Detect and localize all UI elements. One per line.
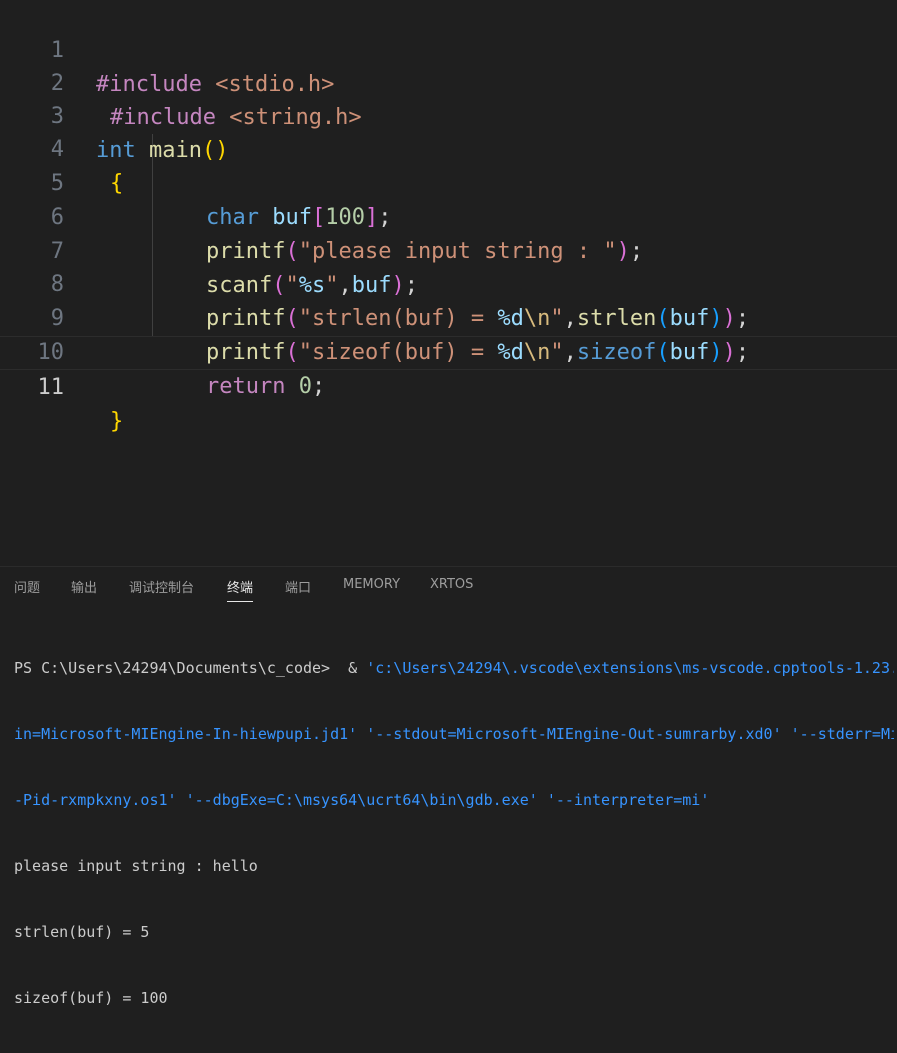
- code-line-2[interactable]: 2 #include <string.h>: [0, 33, 897, 130]
- token: ;: [311, 374, 326, 399]
- code-line-1[interactable]: 1 #include <stdio.h>: [0, 0, 897, 97]
- token: 0: [298, 374, 312, 399]
- tab-terminal[interactable]: 终端: [227, 577, 254, 602]
- terminal-line: please input string : hello: [14, 857, 258, 875]
- code-editor[interactable]: 1 #include <stdio.h> 2 #include <string.…: [0, 0, 897, 566]
- terminal-line: strlen(buf) = 5: [14, 923, 150, 941]
- terminal-command: 'c:\Users\24294\.vscode\extensions\ms-vs…: [366, 659, 894, 677]
- terminal-line: in=Microsoft-MIEngine-In-hiewpupi.jd1' '…: [14, 725, 894, 743]
- code-line-6[interactable]: 6 printf("please input string : ");: [0, 167, 897, 264]
- tab-output[interactable]: 输出: [71, 577, 97, 596]
- tab-memory[interactable]: MEMORY: [343, 577, 400, 592]
- code-line-3[interactable]: 3 int main(): [0, 66, 897, 163]
- terminal-prompt: PS C:\Users\24294\Documents\c_code> &: [14, 659, 367, 677]
- terminal-line: PS C:\Users\24294\Documents\c_code> & 'c…: [14, 657, 894, 679]
- terminal-line: sizeof(buf) = 100: [14, 989, 168, 1007]
- code-line-8[interactable]: 8 printf("strlen(buf) = %d\n",strlen(buf…: [0, 234, 897, 331]
- code-line-11[interactable]: 11 }: [0, 336, 897, 434]
- panel-tabs: 问题 输出 调试控制台 终端 端口 MEMORY XRTOS: [0, 567, 897, 605]
- code-line-4[interactable]: 4 {: [0, 99, 897, 196]
- terminal-output[interactable]: PS C:\Users\24294\Documents\c_code> & 'c…: [14, 613, 894, 1053]
- line-number: 11: [37, 375, 65, 400]
- tab-ports[interactable]: 端口: [285, 577, 311, 596]
- code-line-5[interactable]: 5 char buf[100];: [0, 133, 897, 230]
- token: return: [206, 374, 286, 399]
- bottom-panel: 问题 输出 调试控制台 终端 端口 MEMORY XRTOS PS C:\Use…: [0, 566, 897, 1007]
- code-line-7[interactable]: 7 scanf("%s",buf);: [0, 201, 897, 298]
- tab-debug-console[interactable]: 调试控制台: [129, 577, 194, 596]
- token: }: [110, 409, 124, 434]
- tab-problems[interactable]: 问题: [14, 577, 40, 596]
- code-line-10[interactable]: 10 return 0;: [0, 302, 897, 399]
- terminal-line: -Pid-rxmpkxny.os1' '--dbgExe=C:\msys64\u…: [14, 791, 710, 809]
- tab-xrtos[interactable]: XRTOS: [430, 577, 473, 592]
- code-line-9[interactable]: 9 printf("sizeof(buf) = %d\n",sizeof(buf…: [0, 268, 897, 365]
